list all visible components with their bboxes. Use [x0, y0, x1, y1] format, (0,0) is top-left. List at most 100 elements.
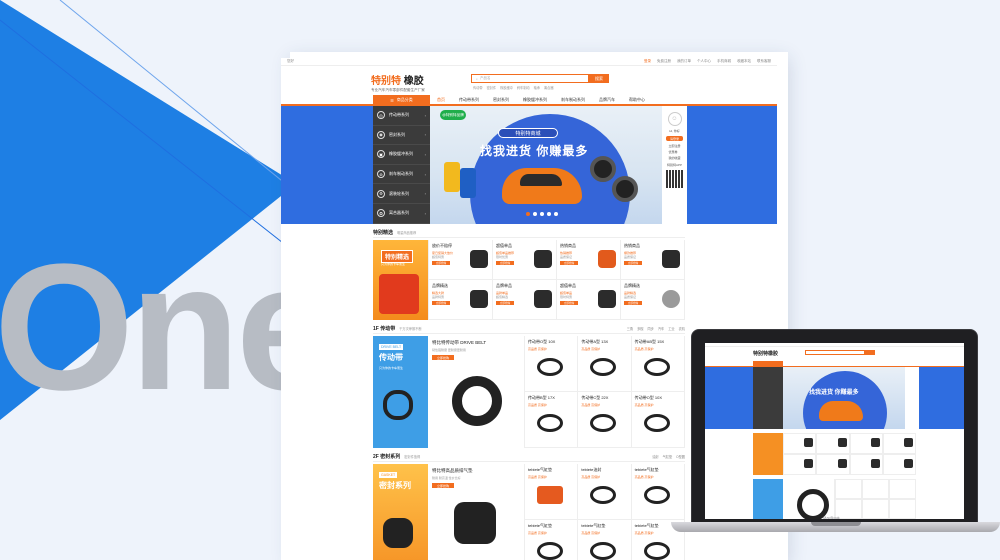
- product-card[interactable]: 品牌精选 精选大牌 品牌特惠 立即抢购: [429, 280, 493, 320]
- user-link-coupon[interactable]: 优惠券: [668, 150, 680, 154]
- sidebar-item-rubber[interactable]: ▣ 橡胶缓冲系列 ›: [373, 145, 430, 165]
- product-card[interactable]: 传动带B型 17X 高品质 高保护: [525, 392, 579, 448]
- buy-button[interactable]: 立即抢购: [624, 261, 642, 265]
- product-tag: 高品质 高保护: [581, 403, 601, 407]
- product-name: 放价不赔停: [432, 243, 452, 248]
- sidebar-item-belt[interactable]: ◎ 传动带系列 ›: [373, 106, 430, 126]
- tire-image: [590, 156, 616, 182]
- hotword[interactable]: 刹车制动: [517, 85, 530, 90]
- floor-1-feature[interactable]: 特比特传动带 DRIVE BELT 韧性强耐磨 更耐磨更耐用 立即抢购: [428, 336, 525, 448]
- nav-item-belt[interactable]: 传动带系列: [452, 97, 486, 103]
- gasket-image: [537, 486, 563, 504]
- sidebar-item-wheel[interactable]: ⚙ 滚装轮系列 ›: [373, 184, 430, 204]
- belt-image: [590, 414, 617, 432]
- carousel-dot[interactable]: [533, 212, 537, 216]
- carousel-dot[interactable]: [554, 212, 558, 216]
- gasket-image: [643, 486, 670, 504]
- belt-image: [383, 390, 413, 420]
- hotword[interactable]: 传动带: [473, 85, 483, 90]
- nav-item-seal[interactable]: 密封系列: [486, 97, 516, 103]
- buy-button[interactable]: 立即抢购: [560, 261, 578, 265]
- nav-item-help[interactable]: 帮助中心: [622, 97, 652, 103]
- carousel-dot[interactable]: [547, 212, 551, 216]
- buy-button[interactable]: 立即抢购: [624, 301, 642, 305]
- product-card[interactable]: tebiete气缸垫 高品质 高保护: [525, 520, 579, 560]
- chevron-right-icon: ›: [424, 210, 426, 216]
- brake-icon: ⊚: [377, 170, 385, 179]
- carousel-dot[interactable]: [526, 212, 530, 216]
- oil-bottle-image: [444, 162, 460, 192]
- top-link-register[interactable]: 免费注册: [657, 59, 671, 64]
- nav-item-brand[interactable]: 品牌汽车: [592, 97, 622, 103]
- featured-hero[interactable]: 特别精选 只为你的卡车而生: [373, 240, 428, 320]
- product-card[interactable]: tebiete气缸垫 高品质 高保护: [525, 464, 579, 520]
- search-button[interactable]: 搜索: [589, 74, 609, 83]
- buy-button[interactable]: 立即抢购: [432, 261, 450, 265]
- buy-button[interactable]: 立即抢购: [432, 301, 450, 305]
- user-links: 立即注册 优惠券 我的收藏: [668, 144, 680, 160]
- chevron-right-icon: ›: [424, 191, 426, 197]
- floor-hero-en: DRIVE BELT: [379, 344, 404, 350]
- floor-2-feature[interactable]: 特比特高品质排气垫 耐用 耐高温 性价比好 立即抢购: [428, 464, 525, 560]
- hotword[interactable]: 密封件: [487, 85, 497, 90]
- nav-item-rubber[interactable]: 橡胶缓冲系列: [516, 97, 554, 103]
- top-link-service[interactable]: 联系客服: [757, 59, 771, 64]
- carousel-dots[interactable]: [526, 212, 558, 216]
- category-menu-button[interactable]: ☰ 商品分类: [373, 95, 430, 105]
- top-link-mobile[interactable]: 手机商城: [717, 59, 731, 64]
- mini-floor: [753, 479, 916, 519]
- top-link-login[interactable]: 登录: [644, 59, 651, 64]
- product-name: 品牌精选: [624, 283, 640, 288]
- product-card[interactable]: 放价不赔停 夏日促销大放价 超值特惠 立即抢购: [429, 240, 493, 280]
- carousel-dot[interactable]: [540, 212, 544, 216]
- sidebar-item-label: 刹车制动系列: [389, 171, 413, 177]
- sidebar-item-seal[interactable]: ◉ 密封系列 ›: [373, 126, 430, 146]
- sidebar-item-brake[interactable]: ⊚ 刹车制动系列 ›: [373, 165, 430, 185]
- top-link-account[interactable]: 个人中心: [697, 59, 711, 64]
- floor-link[interactable]: 同步: [648, 326, 654, 331]
- product-card[interactable]: 热销商品 爆款推荐 品质保证 立即抢购: [621, 240, 685, 280]
- sidebar-item-clutch[interactable]: ✪ 离合器系列 ›: [373, 204, 430, 224]
- product-card[interactable]: tebiete气缸垫 高品质 高保护: [578, 520, 632, 560]
- top-links: 登录 免费注册 我的订单 个人中心 手机商城 收藏本站 联系客服: [644, 59, 771, 64]
- product-card[interactable]: 超值单品 超值单品 限时特惠 立即抢购: [557, 280, 621, 320]
- floor-link[interactable]: 三角: [627, 326, 633, 331]
- buy-button[interactable]: 立即抢购: [496, 261, 514, 265]
- product-card[interactable]: 传动带O型 10X 高品质 高保护: [525, 336, 579, 392]
- featured-hero-sub: 只为你的卡车而生: [381, 262, 406, 266]
- product-card[interactable]: tebiete油封 高品质 高保护: [578, 464, 632, 520]
- top-link-orders[interactable]: 我的订单: [677, 59, 691, 64]
- hotword[interactable]: 轴承: [534, 85, 540, 90]
- product-card[interactable]: 热销商品 热销推荐 品质保证 立即抢购: [557, 240, 621, 280]
- hotword[interactable]: 离合器: [544, 85, 554, 90]
- product-card[interactable]: 超值单品 超值单品推荐 限时优惠 立即抢购: [493, 240, 557, 280]
- product-card[interactable]: 品牌精选 品牌精选 品质保证 立即抢购: [621, 280, 685, 320]
- laptop-mockup: 特别特橡胶 找我进货 你赚最多 MacBook: [671, 329, 1000, 560]
- gasket-image: [454, 502, 496, 544]
- buy-button[interactable]: 立即抢购: [560, 301, 578, 305]
- feature-buy-button[interactable]: 立即抢购: [432, 355, 454, 360]
- floor-link[interactable]: 汽车: [658, 326, 664, 331]
- promo-slide[interactable]: @特别特品牌 特别特商城 找我进货 你赚最多: [430, 106, 662, 224]
- hotword[interactable]: 橡胶缓冲: [500, 85, 513, 90]
- nav-item-brake[interactable]: 刹车制动系列: [554, 97, 592, 103]
- user-link-register[interactable]: 立即注册: [668, 144, 680, 148]
- floor-link[interactable]: 油封: [652, 454, 658, 459]
- feature-buy-button[interactable]: 立即抢购: [432, 483, 454, 488]
- section-title: 特别精选: [373, 230, 394, 236]
- floor-link[interactable]: 多楔: [637, 326, 643, 331]
- qr-label: 特别特APP: [666, 163, 682, 167]
- product-card[interactable]: 品牌单品 品牌单品 超值精选 立即抢购: [493, 280, 557, 320]
- product-card[interactable]: 传动带A型 13X 高品质 高保护: [578, 336, 632, 392]
- floor-2-hero[interactable]: GASKET 密封系列: [373, 464, 428, 560]
- nav-item-home[interactable]: 首页: [430, 97, 452, 103]
- feature-title: 特比特高品质排气垫: [432, 468, 473, 473]
- site-logo[interactable]: 特别特 橡胶 专业汽车汽车零部件配套生产厂家: [371, 72, 425, 93]
- user-link-favorite[interactable]: 我的收藏: [668, 156, 680, 160]
- search-input[interactable]: ⌕ 产品名: [471, 74, 589, 83]
- login-button[interactable]: 请登录: [666, 136, 683, 141]
- buy-button[interactable]: 立即抢购: [496, 301, 514, 305]
- top-link-favorite[interactable]: 收藏本站: [737, 59, 751, 64]
- product-card[interactable]: 传动带C型 22X 高品质 高保护: [578, 392, 632, 448]
- floor-1-hero[interactable]: DRIVE BELT 传动带 只为你的卡车而生: [373, 336, 428, 448]
